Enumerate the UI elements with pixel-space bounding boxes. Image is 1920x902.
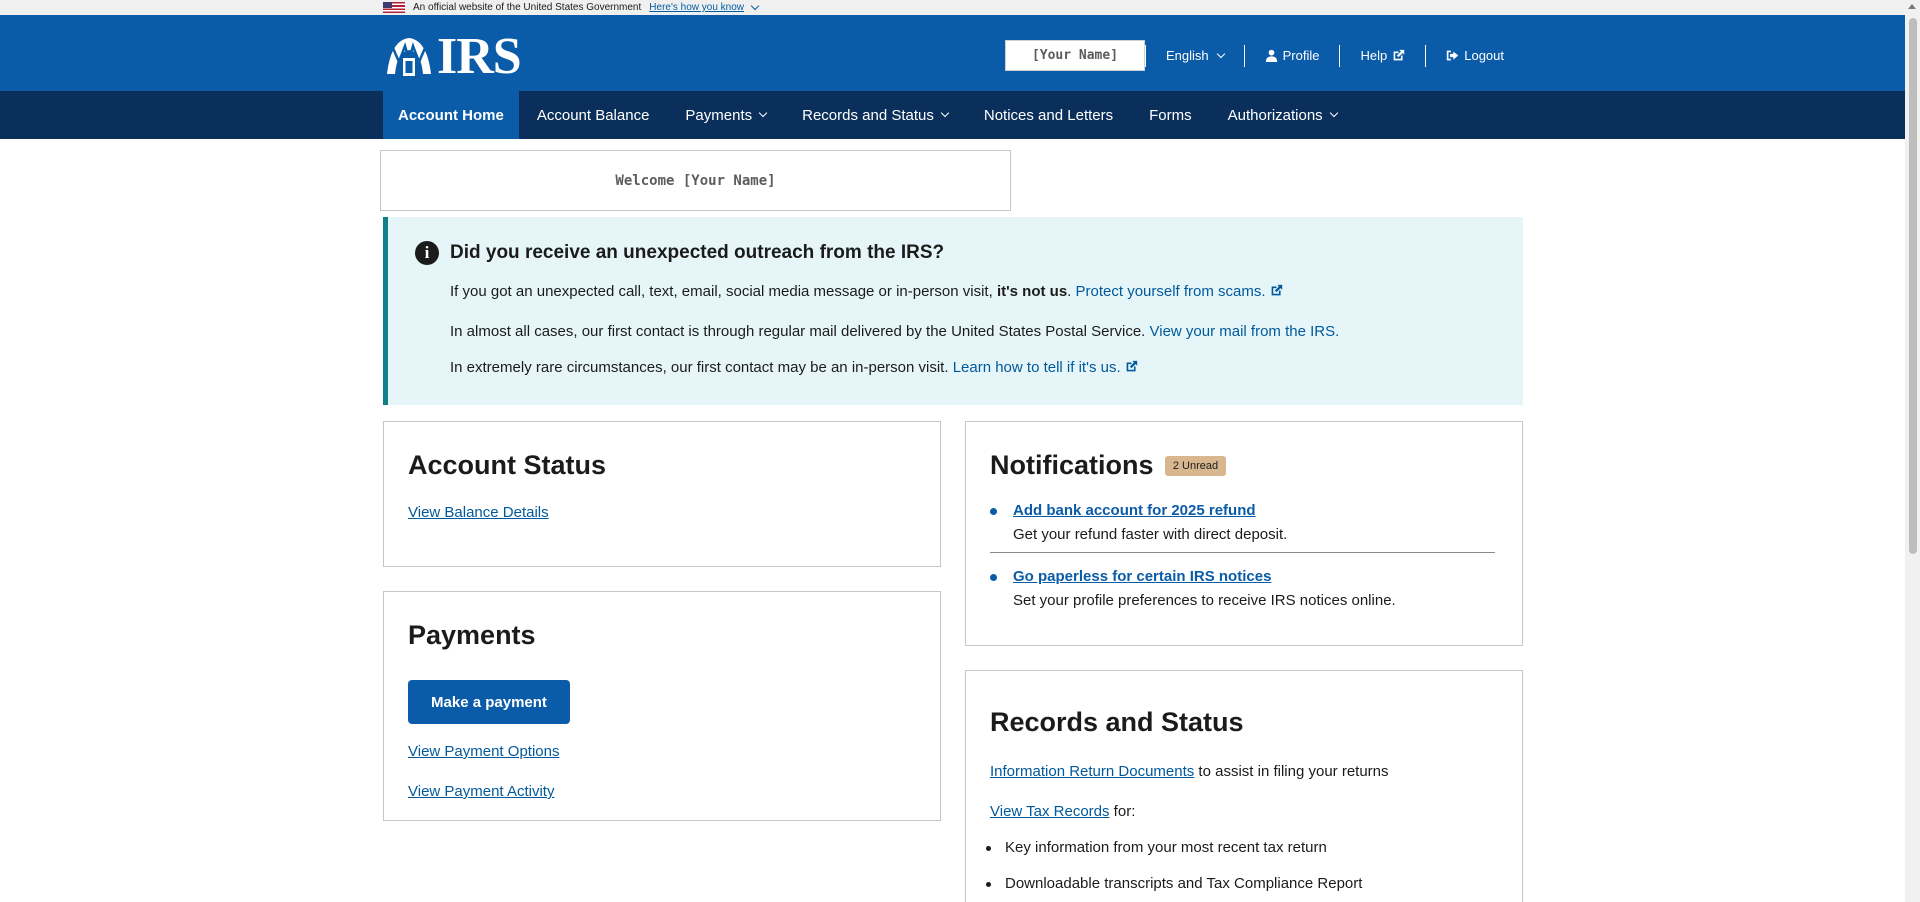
scrollbar-thumb[interactable]	[1909, 18, 1917, 554]
records-line2-text: for:	[1109, 803, 1136, 820]
chevron-down-icon	[758, 108, 768, 118]
alert-title: Did you receive an unexpected outreach f…	[450, 242, 945, 263]
list-item-text: Key information from your most recent ta…	[1005, 839, 1327, 856]
gov-banner-text: An official website of the United States…	[413, 2, 642, 13]
irs-logo[interactable]: IRS	[383, 28, 522, 85]
alert-p1-after: .	[1067, 283, 1076, 300]
logout-label: Logout	[1464, 48, 1504, 63]
view-your-mail-link[interactable]: View your mail from the IRS.	[1150, 323, 1340, 340]
divider	[990, 552, 1495, 553]
utility-bar: [Your Name] English Profile Help Logout	[1004, 40, 1524, 71]
nav-label: Account Home	[398, 106, 504, 124]
chevron-down-icon	[1329, 108, 1338, 118]
account-status-card: Account Status View Balance Details	[383, 421, 941, 567]
logout-link[interactable]: Logout	[1425, 44, 1524, 67]
heres-how-you-know-link[interactable]: Here's how you know	[649, 1, 760, 13]
profile-label: Profile	[1282, 48, 1320, 63]
nav-label: Forms	[1149, 106, 1192, 124]
external-link-icon	[1393, 49, 1405, 61]
nav-account-home[interactable]: Account Home	[383, 91, 519, 139]
alert-paragraph-1: If you got an unexpected call, text, ema…	[450, 283, 1283, 300]
unread-badge: 2 Unread	[1165, 456, 1226, 476]
alert-p1-text: If you got an unexpected call, text, ema…	[450, 283, 997, 300]
alert-paragraph-3: In extremely rare circumstances, our fir…	[450, 359, 1138, 376]
make-a-payment-button[interactable]: Make a payment	[408, 680, 570, 724]
notification-desc: Get your refund faster with direct depos…	[1013, 526, 1288, 543]
information-return-documents-link[interactable]: Information Return Documents	[990, 763, 1194, 780]
user-icon	[1265, 49, 1277, 62]
alert-p3-text: In extremely rare circumstances, our fir…	[450, 359, 953, 376]
records-and-status-card: Records and Status Information Return Do…	[965, 670, 1523, 902]
nav-label: Account Balance	[536, 106, 650, 124]
us-flag-icon	[383, 2, 405, 13]
notification-desc: Set your profile preferences to receive …	[1013, 592, 1396, 609]
list-item: Key information from your most recent ta…	[986, 839, 1327, 856]
view-balance-details-link[interactable]: View Balance Details	[408, 504, 549, 521]
chevron-down-icon	[1216, 49, 1225, 58]
external-link-icon	[1271, 284, 1282, 296]
official-gov-banner: An official website of the United States…	[0, 0, 1905, 15]
welcome-banner: Welcome [Your Name]	[380, 150, 1011, 211]
heres-how-you-know-label: Here's how you know	[649, 2, 745, 13]
language-selector[interactable]: English	[1144, 44, 1244, 67]
list-item-text: Downloadable transcripts and Tax Complia…	[1005, 875, 1363, 892]
protect-yourself-label: Protect yourself from scams.	[1075, 283, 1266, 300]
protect-yourself-link[interactable]: Protect yourself from scams.	[1076, 283, 1283, 300]
payments-card: Payments Make a payment View Payment Opt…	[383, 591, 941, 821]
irs-eagle-logo-icon	[387, 38, 431, 76]
alert-p1-bold: it's not us	[996, 283, 1068, 300]
nav-payments[interactable]: Payments	[667, 91, 784, 139]
view-tax-records-link[interactable]: View Tax Records	[990, 803, 1110, 820]
scam-alert: i Did you receive an unexpected outreach…	[383, 217, 1523, 405]
bullet-dot	[990, 574, 997, 581]
page-scrollbar[interactable]	[1905, 0, 1920, 902]
records-line1-text: to assist in filing your returns	[1194, 763, 1389, 780]
learn-how-to-tell-label: Learn how to tell if it's us.	[952, 359, 1121, 376]
nav-label: Authorizations	[1227, 106, 1323, 124]
account-status-title: Account Status	[408, 450, 607, 480]
help-link[interactable]: Help	[1339, 44, 1425, 67]
user-name-display: [Your Name]	[1004, 40, 1145, 71]
bullet-dot	[990, 508, 997, 515]
scroll-up-arrow-icon[interactable]	[1908, 4, 1916, 9]
nav-records-and-status[interactable]: Records and Status	[784, 91, 966, 139]
alert-p2-text: In almost all cases, our first contact i…	[450, 323, 1150, 340]
list-item: Downloadable transcripts and Tax Complia…	[985, 875, 1363, 892]
info-return-docs-line: Information Return Documents to assist i…	[990, 763, 1389, 780]
info-icon: i	[415, 241, 439, 265]
records-title: Records and Status	[990, 707, 1244, 737]
nav-notices-and-letters[interactable]: Notices and Letters	[966, 91, 1131, 139]
main-navigation: Account Home Account Balance Payments Re…	[0, 91, 1905, 139]
site-header: IRS [Your Name] English Profile Help Log…	[0, 15, 1905, 91]
nav-label: Payments	[685, 106, 753, 124]
chevron-down-icon	[750, 1, 760, 11]
nav-forms[interactable]: Forms	[1131, 91, 1210, 139]
add-bank-account-link[interactable]: Add bank account for 2025 refund	[1013, 502, 1256, 519]
external-link-icon	[1126, 360, 1137, 372]
sign-out-icon	[1447, 50, 1459, 61]
notifications-title: Notifications	[990, 450, 1154, 480]
irs-wordmark: IRS	[437, 28, 522, 85]
chevron-down-icon	[940, 108, 950, 118]
nav-label: Notices and Letters	[983, 106, 1114, 124]
view-payment-options-link[interactable]: View Payment Options	[408, 743, 559, 760]
language-label: English	[1165, 48, 1209, 63]
nav-account-balance[interactable]: Account Balance	[519, 91, 668, 139]
go-paperless-link[interactable]: Go paperless for certain IRS notices	[1013, 568, 1271, 585]
profile-link[interactable]: Profile	[1243, 44, 1340, 67]
nav-label: Records and Status	[802, 106, 934, 124]
learn-how-to-tell-link[interactable]: Learn how to tell if it's us.	[953, 359, 1138, 376]
alert-paragraph-2: In almost all cases, our first contact i…	[450, 323, 1339, 340]
view-payment-activity-link[interactable]: View Payment Activity	[408, 783, 554, 800]
notifications-card: Notifications 2 Unread Add bank account …	[965, 421, 1523, 646]
nav-authorizations[interactable]: Authorizations	[1210, 91, 1355, 139]
help-label: Help	[1360, 48, 1388, 63]
view-tax-records-line: View Tax Records for:	[990, 803, 1135, 820]
payments-title: Payments	[408, 620, 536, 650]
